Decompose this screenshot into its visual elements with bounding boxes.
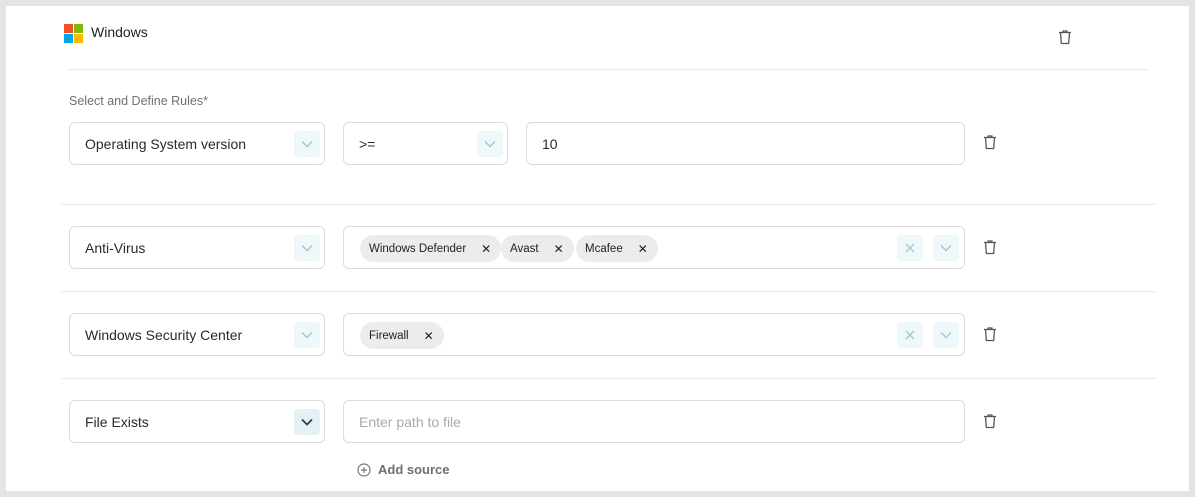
tag-chip: Windows Defender ✕ — [360, 235, 502, 262]
chevron-down-icon[interactable] — [294, 322, 320, 348]
rule-2-multiselect[interactable]: Windows Defender ✕ Avast ✕ Mcafee ✕ — [343, 226, 965, 269]
chevron-down-icon[interactable] — [933, 235, 959, 261]
delete-rule-1-trash-icon[interactable] — [983, 134, 997, 150]
chevron-down-icon[interactable] — [477, 131, 503, 157]
add-source-button[interactable]: Add source — [357, 462, 450, 477]
add-source-label: Add source — [378, 462, 450, 477]
path-input-placeholder: Enter path to file — [359, 414, 461, 430]
remove-tag-icon[interactable]: ✕ — [481, 243, 491, 255]
windows-rules-card: Windows Select and Define Rules* Operati… — [6, 6, 1189, 491]
rules-label: Select and Define Rules* — [69, 94, 208, 108]
delete-rule-3-trash-icon[interactable] — [983, 326, 997, 342]
tag-label: Avast — [510, 242, 539, 255]
rule-4-property-select[interactable]: File Exists — [69, 400, 325, 443]
rule-2-property-select[interactable]: Anti-Virus — [69, 226, 325, 269]
rule-1-property-select[interactable]: Operating System version — [69, 122, 325, 165]
tag-chip: Avast ✕ — [501, 235, 574, 262]
rule-1-operator-select[interactable]: >= — [343, 122, 508, 165]
rule-2-property-value: Anti-Virus — [85, 240, 146, 256]
delete-rule-2-trash-icon[interactable] — [983, 239, 997, 255]
delete-platform-trash-icon[interactable] — [1058, 29, 1072, 45]
rule-1-operator-value: >= — [359, 136, 376, 152]
tag-label: Firewall — [369, 329, 409, 342]
tag-chip: Firewall ✕ — [360, 322, 444, 349]
tag-label: Windows Defender — [369, 242, 467, 255]
platform-title: Windows — [91, 24, 148, 40]
rule-1-value-text: 10 — [542, 136, 558, 152]
row-divider — [61, 291, 1156, 292]
rule-4-property-value: File Exists — [85, 414, 149, 430]
header-divider — [68, 69, 1148, 70]
chevron-down-icon[interactable] — [294, 131, 320, 157]
chevron-down-icon[interactable] — [933, 322, 959, 348]
tag-chip: Mcafee ✕ — [576, 235, 658, 262]
windows-logo-icon — [64, 24, 83, 43]
row-divider — [61, 378, 1156, 379]
clear-icon[interactable] — [897, 322, 923, 348]
remove-tag-icon[interactable]: ✕ — [638, 243, 648, 255]
chevron-down-icon[interactable] — [294, 235, 320, 261]
rule-4-path-input[interactable]: Enter path to file — [343, 400, 965, 443]
rule-1-property-value: Operating System version — [85, 136, 247, 152]
rule-3-property-value: Windows Security Center — [85, 327, 243, 343]
rule-1-value-input[interactable]: 10 — [526, 122, 965, 165]
delete-rule-4-trash-icon[interactable] — [983, 413, 997, 429]
plus-circle-icon — [357, 462, 371, 477]
clear-icon[interactable] — [897, 235, 923, 261]
chevron-down-icon[interactable] — [294, 409, 320, 435]
remove-tag-icon[interactable]: ✕ — [554, 243, 564, 255]
rule-3-property-select[interactable]: Windows Security Center — [69, 313, 325, 356]
tag-label: Mcafee — [585, 242, 623, 255]
row-divider — [61, 204, 1156, 205]
remove-tag-icon[interactable]: ✕ — [424, 330, 434, 342]
rule-3-multiselect[interactable]: Firewall ✕ — [343, 313, 965, 356]
